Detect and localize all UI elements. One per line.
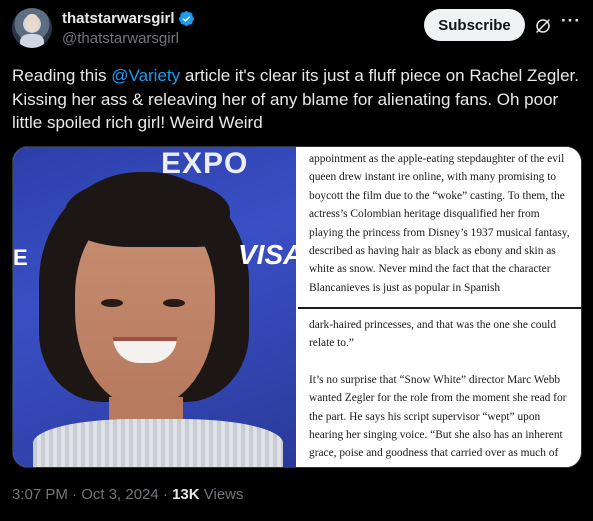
author-display-name[interactable]: thatstarwarsgirl bbox=[62, 10, 175, 27]
article-excerpt-bottom: dark-haired princesses, and that was the… bbox=[298, 310, 581, 467]
photo-eye-right bbox=[163, 299, 185, 307]
verified-badge-icon bbox=[178, 11, 194, 26]
article-paragraph: It’s no surprise that “Snow White” direc… bbox=[309, 373, 567, 467]
article-paragraph: dark-haired princesses, and that was the… bbox=[309, 319, 557, 350]
author-handle[interactable]: @thatstarwarsgirl bbox=[62, 30, 179, 47]
subscribe-button[interactable]: Subscribe bbox=[424, 9, 525, 41]
photo-eye-left bbox=[101, 299, 123, 307]
avatar[interactable] bbox=[12, 8, 52, 48]
more-options-icon[interactable]: ··· bbox=[560, 12, 582, 35]
photo-shirt bbox=[33, 419, 283, 467]
media-article-screenshot[interactable]: appointment as the apple-eating stepdaug… bbox=[298, 147, 581, 467]
views-count: 13K bbox=[172, 486, 200, 503]
avatar-body bbox=[20, 34, 44, 48]
article-paragraph: appointment as the apple-eating stepdaug… bbox=[309, 153, 570, 294]
tweet-meta: 3:07 PM · Oct 3, 2024 · 13K Views bbox=[12, 486, 244, 503]
photo-sign-visa: VISA bbox=[238, 239, 296, 270]
tweet-header: thatstarwarsgirl @thatstarwarsgirl Subsc… bbox=[12, 8, 584, 48]
timestamp[interactable]: 3:07 PM · Oct 3, 2024 · bbox=[12, 486, 172, 503]
article-excerpt-top: appointment as the apple-eating stepdaug… bbox=[298, 147, 581, 307]
avatar-face bbox=[25, 14, 39, 32]
views-label: Views bbox=[199, 486, 244, 503]
media-container[interactable]: EXPO E VISA appointment as the apple-eat… bbox=[12, 146, 582, 468]
tweet-text-start: Reading this bbox=[12, 66, 112, 85]
tweet-text: Reading this @Variety article it's clear… bbox=[12, 64, 582, 135]
media-photo[interactable]: EXPO E VISA bbox=[13, 147, 296, 467]
article-divider bbox=[298, 307, 581, 309]
photo-bangs bbox=[65, 177, 230, 247]
grok-icon[interactable] bbox=[534, 17, 552, 35]
mention-link[interactable]: @Variety bbox=[111, 66, 180, 85]
photo-sign-e: E bbox=[13, 245, 28, 270]
author-name-row[interactable]: thatstarwarsgirl bbox=[62, 10, 195, 27]
